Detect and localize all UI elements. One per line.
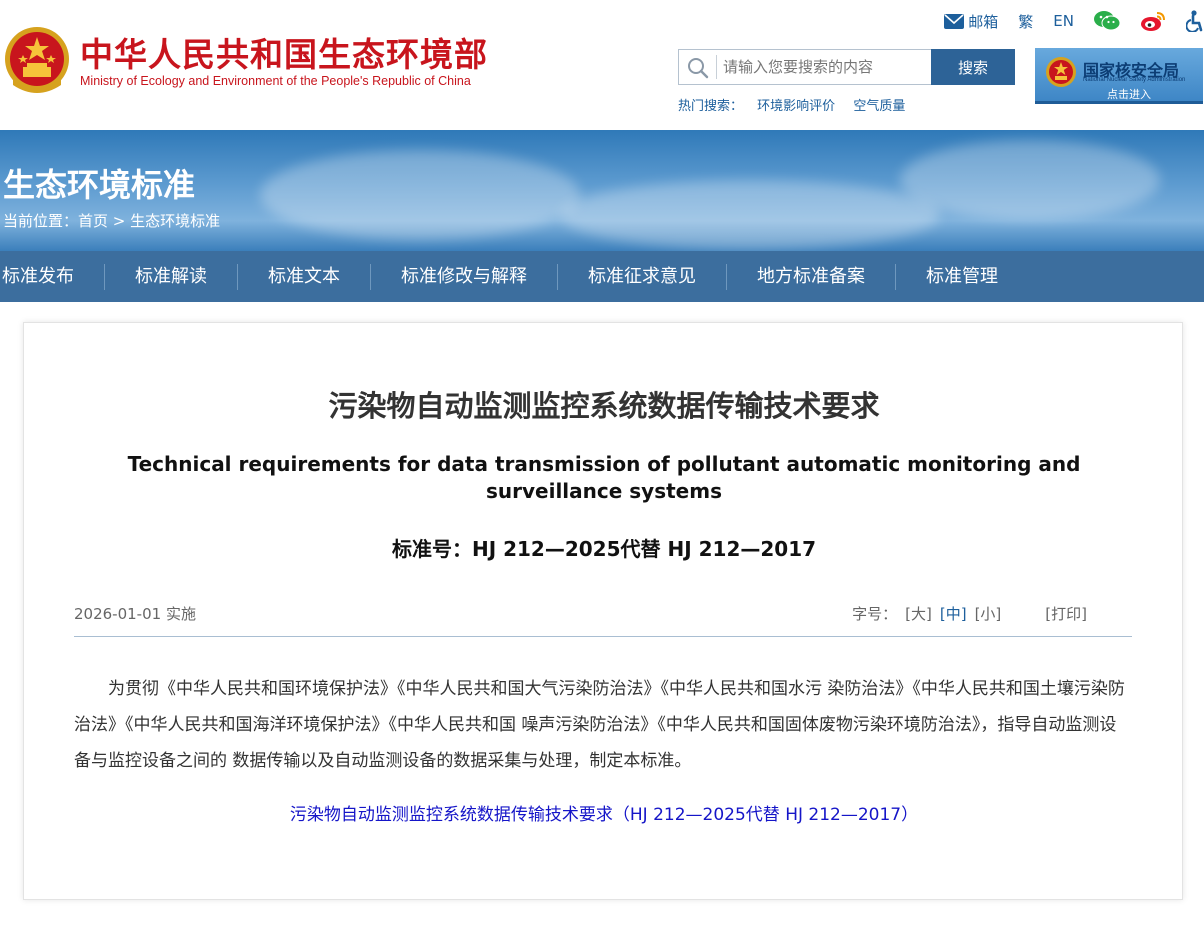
- article-tools: 字号： [大] [中] [小] [打印]: [852, 603, 1087, 624]
- breadcrumb-prefix: 当前位置：: [3, 212, 79, 230]
- wechat-icon: [1094, 11, 1120, 31]
- nav-item-local-standard-filing[interactable]: 地方标准备案: [726, 263, 895, 290]
- nav-item-standard-text[interactable]: 标准文本: [237, 263, 370, 290]
- nav-item-standard-management[interactable]: 标准管理: [895, 263, 1028, 290]
- banner-cloud-decoration: [560, 180, 940, 250]
- hot-search-item[interactable]: 空气质量: [853, 99, 905, 114]
- nav-item-standard-comments[interactable]: 标准征求意见: [557, 263, 726, 290]
- hot-search-label: 热门搜索：: [678, 99, 744, 114]
- article-meta: 2026-01-01 实施 字号： [大] [中] [小] [打印]: [74, 603, 1132, 637]
- national-emblem-icon: [1046, 57, 1076, 87]
- page-banner: 生态环境标准 当前位置：首页 > 生态环境标准: [0, 130, 1204, 251]
- article-title: 污染物自动监测监控系统数据传输技术要求: [328, 389, 880, 423]
- hot-search-item[interactable]: 环境影响评价: [757, 99, 835, 114]
- weibo-link[interactable]: [1140, 10, 1166, 32]
- search-button[interactable]: 搜索: [931, 49, 1015, 85]
- breadcrumb: 当前位置：首页 > 生态环境标准: [3, 210, 220, 231]
- standard-document-link[interactable]: 污染物自动监测监控系统数据传输技术要求（HJ 212—2025代替 HJ 212…: [24, 800, 1184, 825]
- top-links: 邮箱 繁 EN: [924, 10, 1204, 32]
- site-subtitle: Ministry of Ecology and Environment of t…: [80, 74, 471, 88]
- print-button[interactable]: [打印]: [1045, 605, 1087, 623]
- mail-icon: [944, 13, 965, 29]
- national-emblem-icon[interactable]: [3, 25, 71, 95]
- standard-number: 标准号：HJ 212—2025代替 HJ 212—2017: [391, 537, 817, 561]
- breadcrumb-home-link[interactable]: 首页: [78, 212, 108, 230]
- font-size-medium-button[interactable]: [中]: [940, 605, 967, 623]
- breadcrumb-separator: >: [108, 212, 131, 230]
- nnsa-enter-label: 点击进入: [1107, 88, 1151, 101]
- nav-item-standard-release[interactable]: 标准发布: [0, 264, 104, 290]
- wechat-link[interactable]: [1094, 10, 1120, 32]
- accessibility-icon: [1186, 10, 1203, 32]
- nav-item-standard-interpretation[interactable]: 标准解读: [104, 263, 237, 290]
- article-body: 为贯彻《中华人民共和国环境保护法》《中华人民共和国大气污染防治法》《中华人民共和…: [74, 679, 1125, 771]
- main-nav: 标准发布 标准解读 标准文本 标准修改与解释 标准征求意见 地方标准备案 标准管…: [0, 251, 1204, 302]
- nnsa-banner-link[interactable]: 国家核安全局 National Nuclear Safety Administr…: [1035, 48, 1203, 104]
- search-input[interactable]: [723, 50, 923, 84]
- font-size-label: 字号：: [852, 605, 898, 623]
- nnsa-subtitle: National Nuclear Safety Administration: [1083, 77, 1186, 83]
- font-size-large-button[interactable]: [大]: [905, 605, 932, 623]
- weibo-icon: [1141, 12, 1165, 31]
- site-title[interactable]: 中华人民共和国生态环境部: [80, 28, 488, 76]
- effective-date: 2026-01-01 实施: [74, 605, 196, 623]
- banner-cloud-decoration: [260, 150, 580, 240]
- search-icon: [688, 58, 709, 79]
- nav-item-standard-amendment[interactable]: 标准修改与解释: [370, 263, 557, 290]
- article-card: 污染物自动监测监控系统数据传输技术要求 Technical requiremen…: [23, 322, 1183, 900]
- english-link[interactable]: EN: [1053, 12, 1074, 30]
- accessibility-link[interactable]: [1186, 10, 1204, 32]
- banner-cloud-decoration: [900, 140, 1160, 220]
- traditional-chinese-link[interactable]: 繁: [1018, 11, 1033, 32]
- hot-search: 热门搜索： 环境影响评价 空气质量: [678, 95, 919, 114]
- breadcrumb-current-link[interactable]: 生态环境标准: [130, 212, 220, 230]
- search-box: [678, 49, 932, 85]
- font-size-small-button[interactable]: [小]: [975, 605, 1002, 623]
- site-header: 中华人民共和国生态环境部 Ministry of Ecology and Env…: [0, 0, 1204, 130]
- article-title-en: Technical requirements for data transmis…: [127, 452, 1081, 503]
- page-title: 生态环境标准: [3, 166, 196, 204]
- search-divider: [716, 55, 717, 79]
- mail-link-label: 邮箱: [968, 12, 999, 31]
- mail-link[interactable]: 邮箱: [944, 11, 998, 32]
